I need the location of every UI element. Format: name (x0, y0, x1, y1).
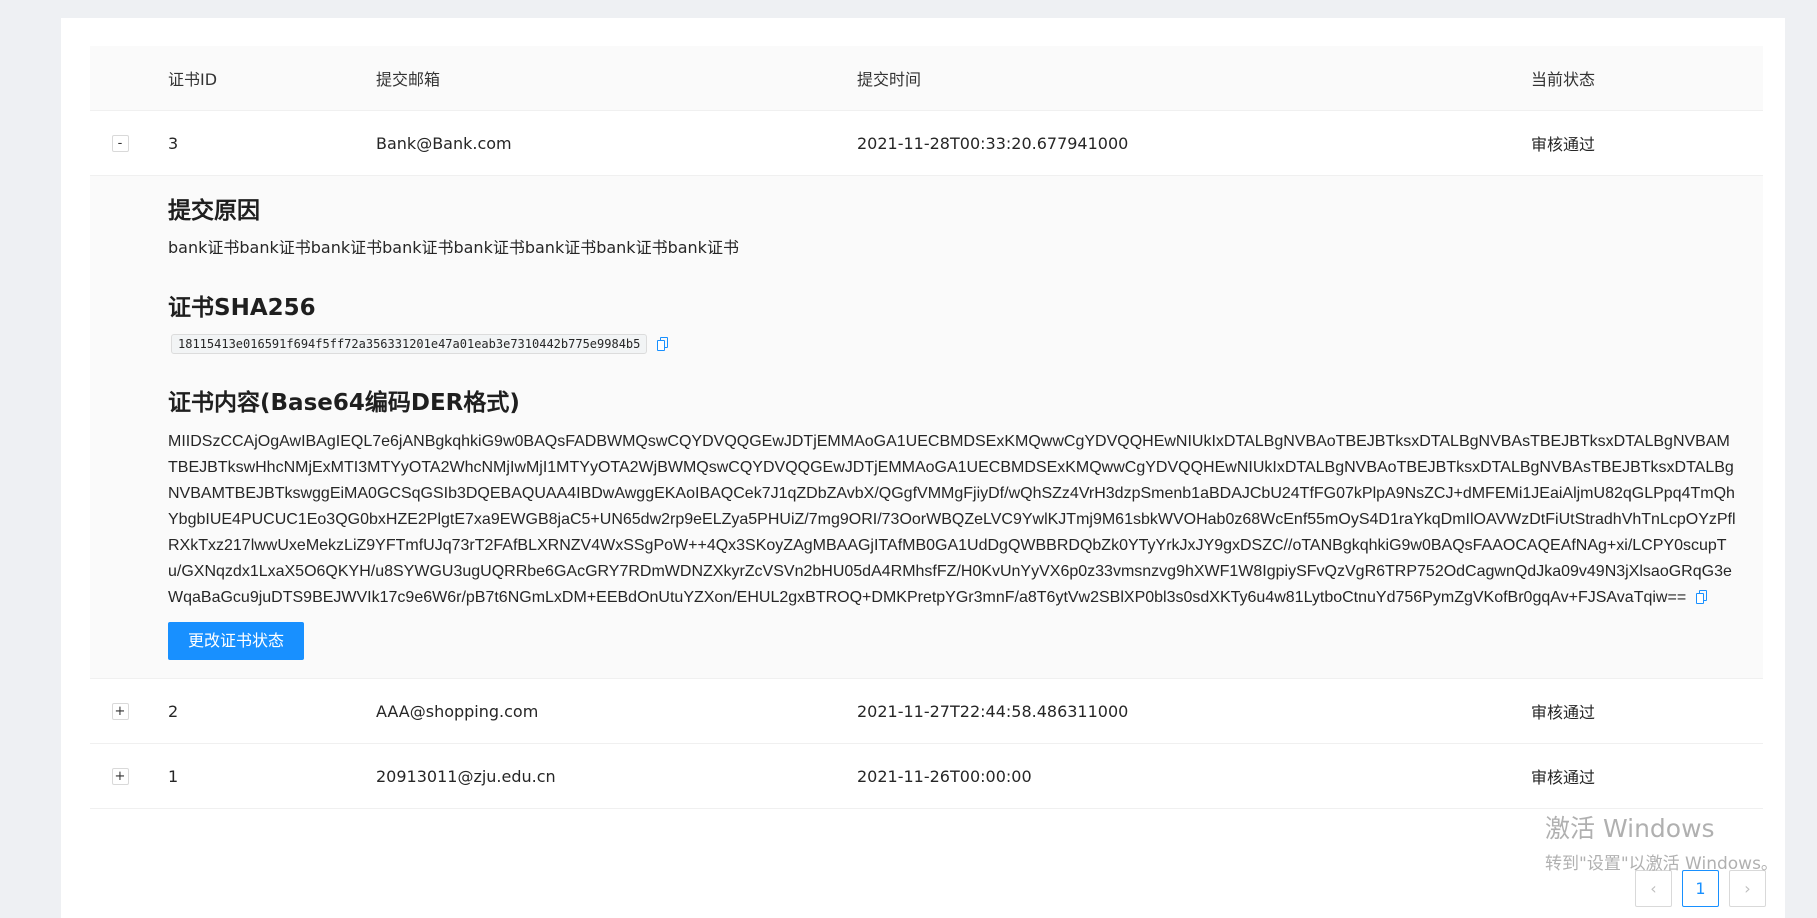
copy-icon[interactable] (1696, 590, 1708, 604)
page-1-button[interactable]: 1 (1682, 870, 1719, 907)
sha-title: 证书SHA256 (168, 295, 316, 321)
table-row[interactable]: - 3 Bank@Bank.com 2021-11-28T00:33:20.67… (90, 111, 1763, 176)
table-row[interactable]: + 1 20913011@zju.edu.cn 2021-11-26T00:00… (90, 744, 1763, 809)
cell-cert-id: 1 (168, 766, 179, 786)
cell-status: 审核通过 (1531, 768, 1596, 787)
cell-time: 2021-11-28T00:33:20.677941000 (857, 133, 1129, 153)
next-page-button[interactable]: › (1729, 870, 1766, 907)
cell-time: 2021-11-26T00:00:00 (857, 766, 1032, 786)
cell-email: 20913011@zju.edu.cn (376, 766, 556, 786)
header-status: 当前状态 (1531, 70, 1596, 89)
sha-container: 18115413e016591f694f5ff72a356331201e47a0… (168, 334, 1763, 354)
header-cert-id: 证书ID (168, 70, 218, 89)
header-email: 提交邮箱 (376, 70, 441, 89)
reason-title: 提交原因 (168, 198, 260, 224)
content-title: 证书内容(Base64编码DER格式) (168, 390, 520, 416)
table-row[interactable]: + 2 AAA@shopping.com 2021-11-27T22:44:58… (90, 679, 1763, 744)
cell-status: 审核通过 (1531, 135, 1596, 154)
expand-row-button[interactable]: + (111, 767, 129, 785)
cert-content-value: MIIDSzCCAjOgAwIBAgIEQL7e6jANBgkqhkiG9w0B… (168, 433, 1736, 606)
pagination: ‹ 1 › (1635, 870, 1766, 907)
table-header: 证书ID 提交邮箱 提交时间 当前状态 (90, 46, 1763, 111)
cell-email: Bank@Bank.com (376, 133, 512, 153)
content-container: MIIDSzCCAjOgAwIBAgIEQL7e6jANBgkqhkiG9w0B… (168, 429, 1738, 611)
header-time: 提交时间 (857, 70, 922, 89)
expanded-row-detail: 提交原因 bank证书bank证书bank证书bank证书bank证书bank证… (90, 176, 1763, 679)
sha-value: 18115413e016591f694f5ff72a356331201e47a0… (171, 334, 648, 354)
reason-text: bank证书bank证书bank证书bank证书bank证书bank证书bank… (168, 238, 739, 257)
certificate-table: 证书ID 提交邮箱 提交时间 当前状态 - 3 Bank@Bank.com 20… (90, 46, 1763, 809)
cell-status: 审核通过 (1531, 703, 1596, 722)
collapse-row-button[interactable]: - (111, 134, 129, 152)
expand-row-button[interactable]: + (111, 702, 129, 720)
cell-cert-id: 2 (168, 701, 179, 721)
prev-page-button[interactable]: ‹ (1635, 870, 1672, 907)
cell-email: AAA@shopping.com (376, 701, 539, 721)
cell-time: 2021-11-27T22:44:58.486311000 (857, 701, 1129, 721)
copy-icon[interactable] (657, 337, 669, 351)
cell-cert-id: 3 (168, 133, 179, 153)
change-status-button[interactable]: 更改证书状态 (168, 622, 305, 660)
content-card: 证书ID 提交邮箱 提交时间 当前状态 - 3 Bank@Bank.com 20… (61, 18, 1785, 918)
